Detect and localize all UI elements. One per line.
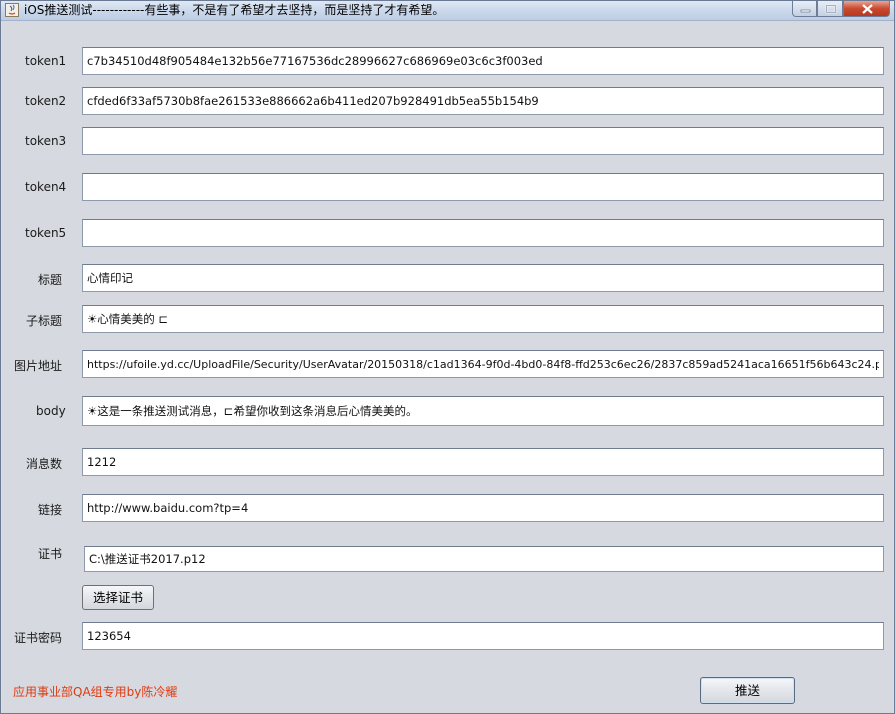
token1-input[interactable]	[82, 47, 884, 75]
token5-label: token5	[25, 226, 67, 240]
title-label: 标题	[38, 273, 63, 287]
close-icon	[862, 4, 873, 14]
maximize-icon	[825, 4, 837, 14]
cert-password-label: 证书密码	[14, 631, 63, 645]
push-button[interactable]: 推送	[700, 677, 795, 704]
badge-count-label: 消息数	[26, 457, 63, 471]
close-button[interactable]	[843, 1, 890, 17]
token5-input[interactable]	[82, 219, 884, 247]
choose-certificate-button[interactable]: 选择证书	[82, 585, 154, 610]
maximize-button[interactable]	[817, 1, 843, 17]
token3-label: token3	[25, 134, 67, 148]
cert-password-input[interactable]	[82, 622, 884, 650]
subtitle-label: 子标题	[26, 314, 63, 328]
link-label: 链接	[38, 503, 63, 517]
badge-count-input[interactable]	[82, 448, 884, 476]
title-input[interactable]	[82, 264, 884, 292]
token4-input[interactable]	[82, 173, 884, 201]
java-app-icon	[5, 3, 19, 17]
certificate-path-input[interactable]	[84, 546, 884, 572]
certificate-label: 证书	[38, 547, 63, 561]
link-input[interactable]	[82, 494, 884, 522]
image-url-input[interactable]	[82, 350, 884, 378]
token2-input[interactable]	[82, 87, 884, 115]
minimize-icon	[800, 9, 811, 13]
window-title: iOS推送测试------------有些事，不是有了希望才去坚持，而是坚持了才…	[24, 3, 445, 17]
token3-input[interactable]	[82, 127, 884, 155]
subtitle-input[interactable]	[82, 305, 884, 333]
body-input[interactable]	[82, 396, 884, 426]
body-label: body	[36, 404, 66, 418]
title-bar[interactable]: iOS推送测试------------有些事，不是有了希望才去坚持，而是坚持了才…	[1, 1, 894, 21]
token2-label: token2	[25, 94, 67, 108]
token4-label: token4	[25, 180, 67, 194]
token1-label: token1	[25, 54, 67, 68]
app-window: iOS推送测试------------有些事，不是有了希望才去坚持，而是坚持了才…	[0, 0, 895, 714]
form-panel: token1 token2 token3 token4 token5 标题 子标…	[2, 21, 893, 713]
footer-credit: 应用事业部QA组专用by陈冷耀	[13, 685, 178, 699]
minimize-button[interactable]	[792, 1, 817, 17]
image-url-label: 图片地址	[14, 359, 63, 373]
